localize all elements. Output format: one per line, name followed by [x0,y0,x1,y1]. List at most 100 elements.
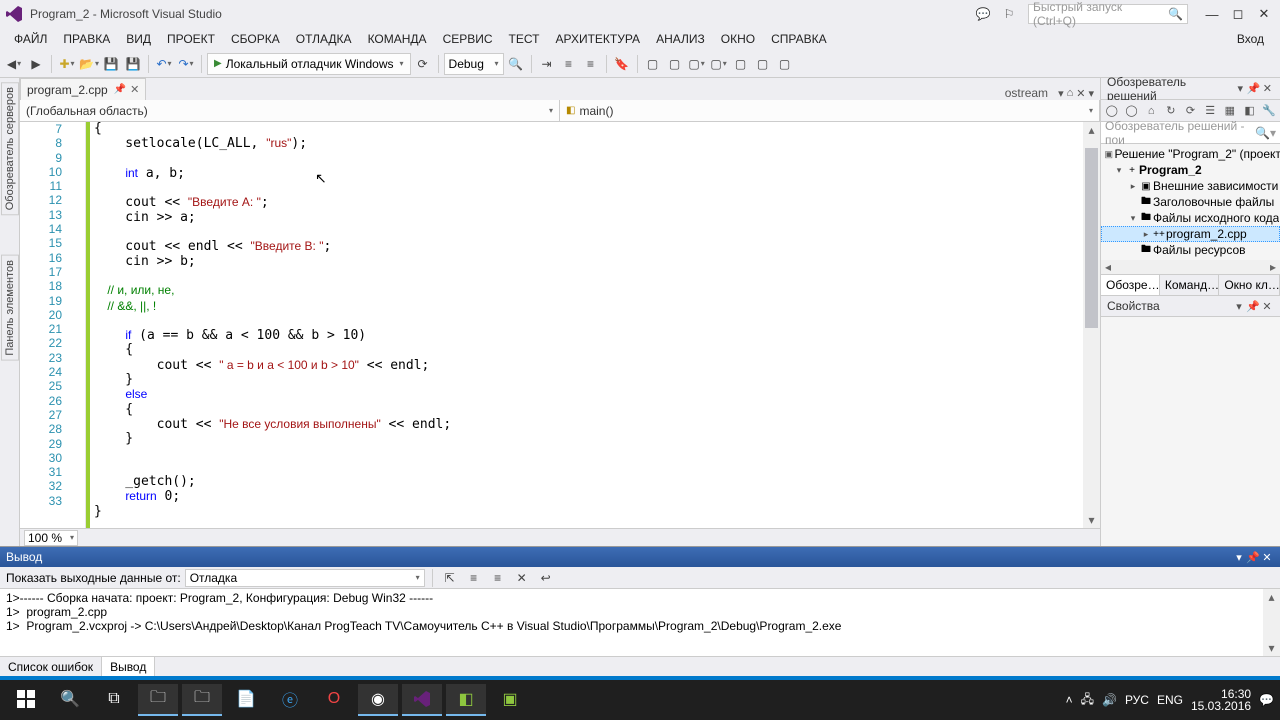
panel-pin-icon[interactable]: 📌 [1246,300,1260,313]
t4-button[interactable]: ▢ [709,54,729,74]
t1-button[interactable]: ▢ [643,54,663,74]
panel-dd-icon[interactable]: ▾ [1234,82,1247,95]
scope-global-combo[interactable]: (Глобальная область) [20,100,560,121]
scroll-right-button[interactable]: ▸ [1266,259,1280,275]
taskbar-app[interactable]: ▣ [490,684,530,716]
fold-strip[interactable] [74,122,86,528]
panel-close-icon[interactable]: ✕ [1261,82,1274,95]
tray-lang1[interactable]: РУС [1125,693,1149,707]
redo-button[interactable]: ↷ [176,54,196,74]
scroll-up-button[interactable]: ▴ [1263,589,1280,605]
save-all-button[interactable]: 💾 [123,54,143,74]
scroll-left-button[interactable]: ◂ [1101,259,1115,275]
server-explorer-tab[interactable]: Обозреватель серверов [1,82,19,215]
sol-collapse-button[interactable]: ☰ [1201,102,1219,120]
browser-refresh-button[interactable]: ⟳ [413,54,433,74]
save-button[interactable]: 💾 [101,54,121,74]
menu-window[interactable]: ОКНО [713,29,763,49]
open-button[interactable]: 📂 [79,54,99,74]
tray-notifications-icon[interactable]: 💬 [1259,693,1274,707]
comment-button[interactable]: ≡ [559,54,579,74]
tree-folder-hdr[interactable]: 🖿 Заголовочные файлы [1101,194,1280,210]
output-source-combo[interactable]: Отладка [185,569,425,587]
config-combo[interactable]: Debug [444,53,504,75]
output-wrap-button[interactable]: ↩ [536,568,556,588]
panel-close-icon[interactable]: ✕ [1260,551,1274,564]
t7-button[interactable]: ▢ [775,54,795,74]
sol-sync-button[interactable]: ↻ [1162,102,1180,120]
sol-home-button[interactable]: ⌂ [1142,102,1160,120]
solution-hscrollbar[interactable]: ◂ ▸ [1101,260,1280,274]
solution-tree[interactable]: ▣ Решение "Program_2" (проекто ▾ + Progr… [1101,144,1280,260]
taskbar-visualstudio[interactable] [402,684,442,716]
menu-test[interactable]: ТЕСТ [501,29,548,49]
tree-folder-res[interactable]: 🖿 Файлы ресурсов [1101,242,1280,258]
tab-team[interactable]: Команд… [1160,275,1219,295]
minimize-button[interactable]: — [1200,5,1224,23]
search-button[interactable]: 🔍 [50,684,90,716]
expander-icon[interactable]: ▾ [1113,165,1125,176]
sol-props-button[interactable]: 🔧 [1260,102,1278,120]
expander-icon[interactable]: ▾ [1127,213,1139,224]
tree-folder-ext[interactable]: ▸ ▣ Внешние зависимости [1101,178,1280,194]
login-link[interactable]: Вход [1227,29,1274,49]
taskbar-explorer[interactable]: 🗀 [138,684,178,716]
output-find-button[interactable]: ⇱ [440,568,460,588]
system-tray[interactable]: ˄ 🖧 🔊 РУС ENG 16:30 15.03.2016 💬 [1066,688,1274,712]
panel-pin-icon[interactable]: 📌 [1247,82,1261,95]
new-project-button[interactable]: ✚ [57,54,77,74]
expander-icon[interactable]: ▸ [1127,181,1139,192]
expander-icon[interactable]: ▣ [1103,149,1114,160]
t2-button[interactable]: ▢ [665,54,685,74]
feedback-icon[interactable]: 💬 [970,4,996,24]
taskbar-camtasia[interactable]: ◧ [446,684,486,716]
start-button[interactable] [6,684,46,716]
scroll-up-button[interactable]: ▴ [1083,122,1100,138]
menu-arch[interactable]: АРХИТЕКТУРА [547,29,648,49]
output-prev-button[interactable]: ≡ [464,568,484,588]
tab-output[interactable]: Вывод [102,657,155,676]
forward-button[interactable]: ▶ [26,54,46,74]
task-view-button[interactable]: ⧉ [94,684,134,716]
tree-folder-src[interactable]: ▾ 🖿 Файлы исходного кода [1101,210,1280,226]
zoom-combo[interactable]: 100 % [24,530,78,546]
menu-help[interactable]: СПРАВКА [763,29,835,49]
output-next-button[interactable]: ≡ [488,568,508,588]
taskbar-explorer-2[interactable]: 🗀 [182,684,222,716]
tab-classes[interactable]: Окно кл… [1219,275,1280,295]
tray-chevron-icon[interactable]: ˄ [1066,693,1073,707]
undo-button[interactable]: ↶ [154,54,174,74]
scroll-down-button[interactable]: ▾ [1083,512,1100,528]
vertical-scrollbar[interactable]: ▴ ▾ [1083,122,1100,528]
solution-search-input[interactable]: Обозреватель решений - пои 🔍 ▾ [1101,122,1280,144]
notifications-icon[interactable]: ⚐ [996,4,1022,24]
nav-close-icon[interactable]: ✕ [1076,87,1085,100]
scope-function-combo[interactable]: ◧ main() [560,100,1100,121]
quick-launch-input[interactable]: Быстрый запуск (Ctrl+Q) 🔍 [1028,4,1188,24]
menu-build[interactable]: СБОРКА [223,29,288,49]
pin-icon[interactable]: 📌 [114,84,126,95]
nav-dd-icon[interactable]: ▾ [1058,87,1064,100]
menu-view[interactable]: ВИД [118,29,159,49]
t3-button[interactable]: ▢ [687,54,707,74]
sol-refresh-button[interactable]: ⟳ [1182,102,1200,120]
close-button[interactable]: ✕ [1252,5,1276,23]
sol-showall-button[interactable]: ▦ [1221,102,1239,120]
close-tab-icon[interactable]: ✕ [130,83,139,96]
start-debugging-button[interactable]: ▶ Локальный отладчик Windows [207,53,411,75]
menu-edit[interactable]: ПРАВКА [55,29,118,49]
step-into-button[interactable]: ⇥ [537,54,557,74]
scroll-thumb[interactable] [1085,148,1098,328]
bookmark-button[interactable]: 🔖 [612,54,632,74]
menu-team[interactable]: КОМАНДА [360,29,435,49]
code-editor[interactable]: 7891011121314151617181920212223242526272… [20,122,1100,528]
tree-project-node[interactable]: ▾ + Program_2 [1101,162,1280,178]
menu-debug[interactable]: ОТЛАДКА [288,29,360,49]
search-dd-icon[interactable]: ▾ [1270,126,1276,140]
panel-pin-icon[interactable]: 📌 [1246,551,1260,564]
t5-button[interactable]: ▢ [731,54,751,74]
tree-solution-node[interactable]: ▣ Решение "Program_2" (проекто [1101,146,1280,162]
panel-close-icon[interactable]: ✕ [1260,300,1274,313]
sol-preview-button[interactable]: ◧ [1241,102,1259,120]
code-text[interactable]: { setlocale(LC_ALL, "rus"); int a, b; co… [90,122,1083,528]
